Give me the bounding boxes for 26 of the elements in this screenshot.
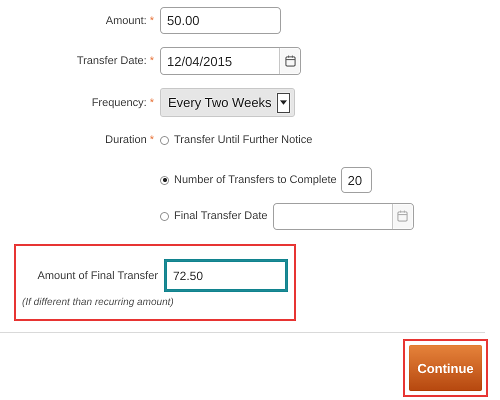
required-mark: * <box>150 134 154 146</box>
field-label: Frequency: <box>92 96 147 108</box>
hint-text: (If different than recurring amount) <box>22 297 175 308</box>
required-mark: * <box>150 96 154 108</box>
field-label: Amount: <box>106 14 147 26</box>
required-mark: * <box>150 14 154 26</box>
continue-button[interactable]: Continue <box>409 345 482 391</box>
count-field[interactable]: 20 <box>340 167 372 193</box>
field-label: Transfer Date: <box>76 55 147 67</box>
radio-button[interactable] <box>160 136 169 144</box>
date-input[interactable]: 12/04/2015 <box>161 48 279 74</box>
field-label: Amount of Final Transfer <box>36 270 159 282</box>
calendar-icon[interactable] <box>284 55 296 67</box>
radio-button[interactable] <box>160 176 169 184</box>
radio-button[interactable] <box>160 212 169 220</box>
date-picker[interactable]: 12/04/2015 <box>160 47 301 75</box>
date-picker[interactable] <box>272 202 414 230</box>
field-label: Duration <box>105 134 147 146</box>
final-amount-field[interactable]: 72.50 <box>164 259 288 292</box>
option-label[interactable]: Number of Transfers to Complete <box>174 174 337 186</box>
required-mark: * <box>150 55 154 67</box>
amount-field[interactable]: 50.00 <box>160 7 281 34</box>
option-label[interactable]: Transfer Until Further Notice <box>174 134 312 146</box>
dropdown-arrow-icon[interactable] <box>280 100 287 105</box>
option-label[interactable]: Final Transfer Date <box>174 210 268 222</box>
frequency-dropdown[interactable]: Every Two Weeks <box>160 88 295 117</box>
